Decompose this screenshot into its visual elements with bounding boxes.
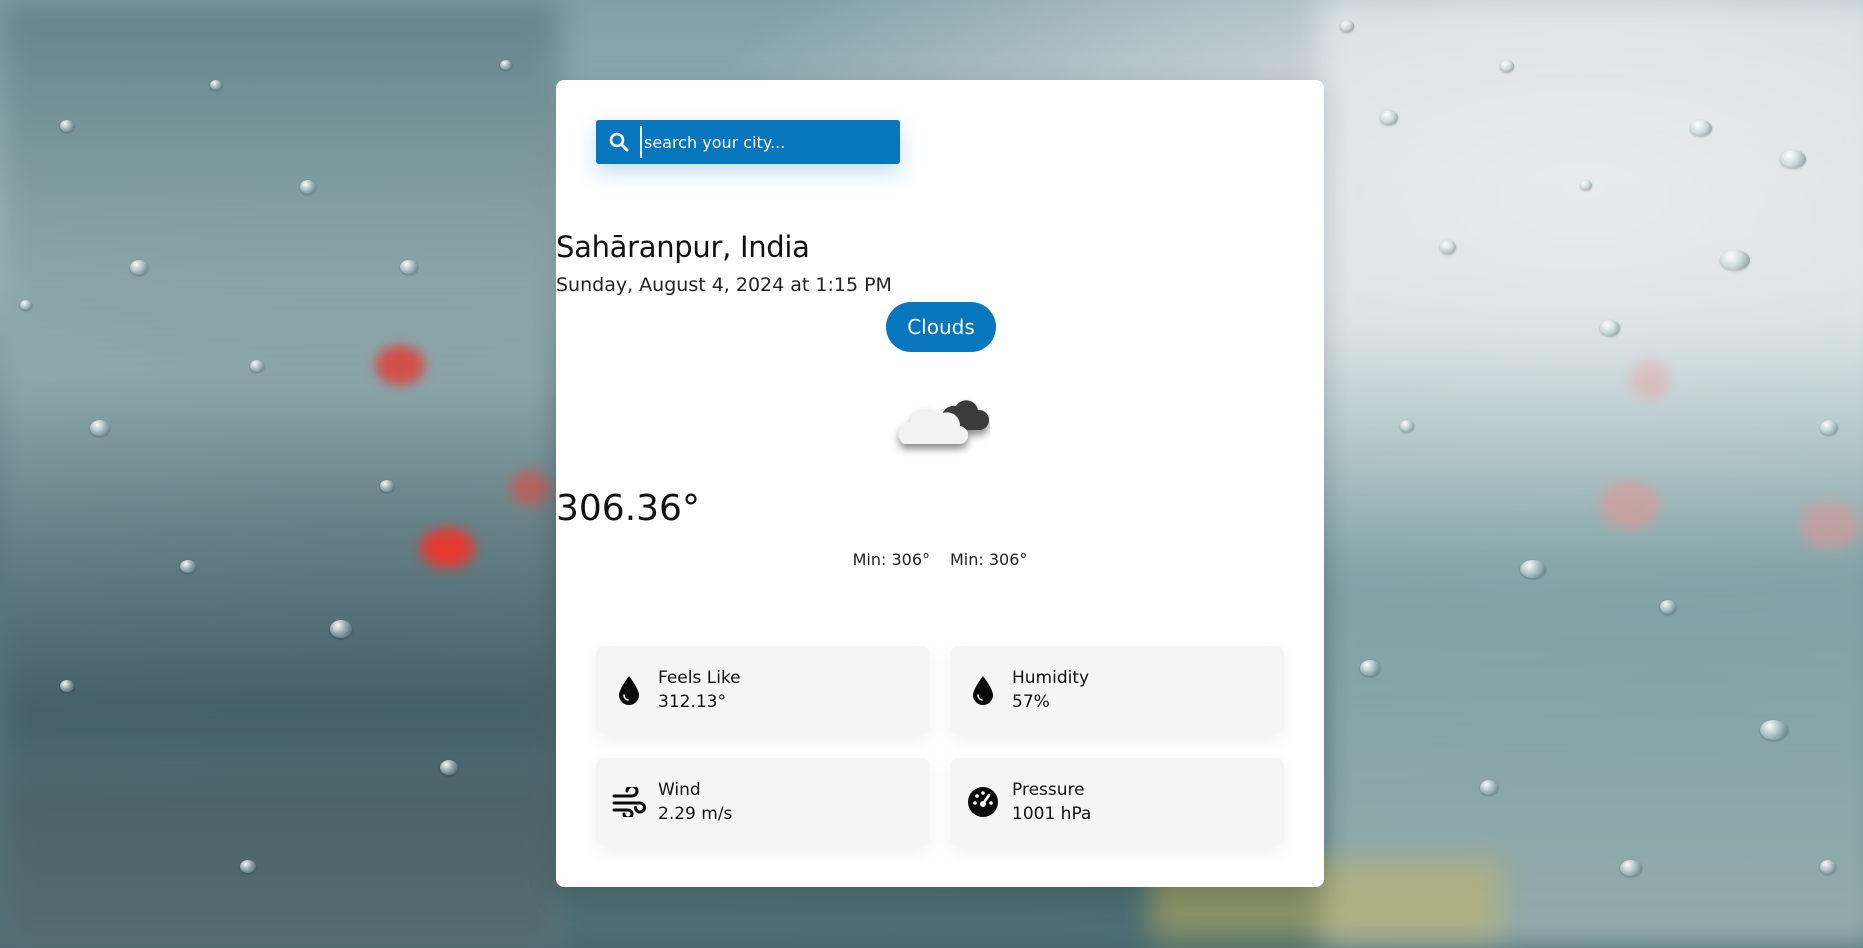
- search-bar[interactable]: [596, 120, 900, 164]
- pressure-card: Pressure 1001 hPa: [950, 758, 1284, 846]
- condition-badge: Clouds: [886, 302, 996, 352]
- humidity-label: Humidity: [1012, 668, 1090, 688]
- humidity-value: 57%: [1012, 692, 1050, 712]
- feels-like-card: Feels Like 312.13°: [596, 646, 930, 734]
- humidity-card: Humidity 57%: [950, 646, 1284, 734]
- wind-value: 2.29 m/s: [658, 804, 733, 824]
- min-temp-label-2: Min: 306°: [950, 550, 1028, 569]
- droplet-icon: [612, 673, 646, 707]
- droplet-icon: [966, 673, 1000, 707]
- search-input[interactable]: [640, 126, 900, 158]
- weather-card: Sahāranpur, India Sunday, August 4, 2024…: [556, 80, 1324, 887]
- date-time: Sunday, August 4, 2024 at 1:15 PM: [556, 274, 892, 296]
- min-temp-label: Min: 306°: [852, 550, 930, 569]
- gauge-icon: [966, 785, 1000, 819]
- min-max-row: Min: 306° Min: 306°: [556, 550, 1324, 569]
- wind-icon: [612, 785, 646, 819]
- temperature: 306.36°: [556, 488, 700, 529]
- pressure-label: Pressure: [1012, 780, 1085, 800]
- city-name: Sahāranpur, India: [556, 230, 810, 264]
- wind-card: Wind 2.29 m/s: [596, 758, 930, 846]
- feels-like-label: Feels Like: [658, 668, 741, 688]
- clouds-icon: [890, 380, 990, 460]
- pressure-value: 1001 hPa: [1012, 804, 1092, 824]
- wind-label: Wind: [658, 780, 701, 800]
- search-icon[interactable]: [608, 131, 630, 153]
- feels-like-value: 312.13°: [658, 692, 726, 712]
